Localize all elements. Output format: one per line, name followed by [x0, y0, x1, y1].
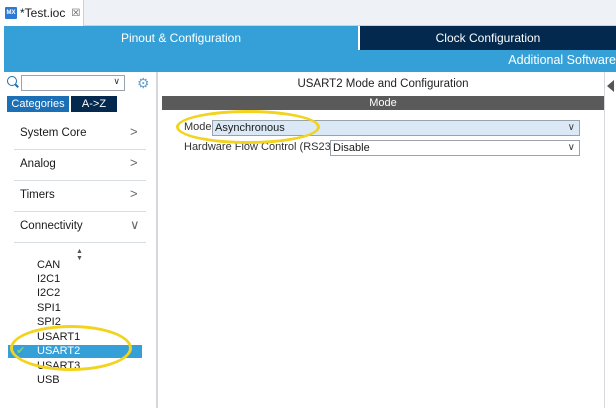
mode-select[interactable]: Asynchronous ∨ — [212, 120, 580, 136]
category-label: System Core — [20, 127, 87, 139]
file-tab[interactable]: MX *Test.ioc ☒ — [0, 0, 84, 26]
chevron-down-icon: ∨ — [130, 217, 140, 232]
peripheral-spi2[interactable]: SPI2 — [8, 316, 142, 329]
divider — [14, 149, 146, 150]
category-label: Connectivity — [20, 220, 83, 232]
chevron-down-icon: ∨ — [567, 142, 575, 153]
peripheral-i2c2[interactable]: I2C2 — [8, 287, 142, 300]
tab-categories[interactable]: Categories — [7, 96, 69, 112]
peripheral-spi1[interactable]: SPI1 — [8, 302, 142, 315]
additional-software-bar: Additional Software — [4, 50, 616, 72]
flow-control-row: Hardware Flow Control (RS232) Disable ∨ — [162, 140, 604, 156]
mode-value: Asynchronous — [215, 122, 285, 134]
chevron-right-icon: > — [130, 155, 138, 170]
tab-clock-configuration[interactable]: Clock Configuration — [360, 26, 616, 50]
divider — [14, 242, 146, 243]
flow-control-value: Disable — [333, 142, 370, 154]
mode-configuration-panel: USART2 Mode and Configuration Mode Mode … — [162, 72, 604, 408]
additional-software-link[interactable]: Additional Software — [508, 53, 616, 67]
category-connectivity[interactable]: Connectivity ∨ — [4, 213, 154, 241]
search-row: ∨ ⚙ — [4, 72, 158, 96]
mode-row: Mode Asynchronous ∨ — [162, 120, 604, 136]
search-icon — [7, 76, 17, 86]
tab-pinout-configuration[interactable]: Pinout & Configuration — [4, 26, 358, 50]
chevron-down-icon: ∨ — [567, 122, 575, 133]
peripheral-label: USART2 — [37, 345, 81, 357]
flow-control-select[interactable]: Disable ∨ — [330, 140, 580, 156]
stm32cubemx-file-icon: MX — [5, 7, 17, 19]
peripheral-usart2[interactable]: ✔ USART2 — [8, 345, 142, 358]
peripheral-usart3[interactable]: USART3 — [8, 360, 142, 373]
peripheral-usart1[interactable]: USART1 — [8, 331, 142, 344]
divider — [14, 180, 146, 181]
collapse-arrow-icon[interactable] — [607, 80, 614, 92]
collapsed-side-panel — [604, 72, 616, 408]
sort-tabs: Categories A->Z — [7, 96, 117, 112]
main-navigation: Pinout & Configuration Clock Configurati… — [0, 26, 616, 50]
gear-icon[interactable]: ⚙ — [137, 75, 150, 91]
flow-control-label: Hardware Flow Control (RS232) — [184, 141, 341, 153]
category-panel: ∨ ⚙ Categories A->Z System Core > Analog… — [4, 72, 158, 408]
category-analog[interactable]: Analog > — [4, 151, 154, 179]
divider — [14, 211, 146, 212]
category-timers[interactable]: Timers > — [4, 182, 154, 210]
section-header-mode: Mode — [162, 96, 604, 110]
editor-tab-strip: MX *Test.ioc ☒ — [0, 0, 616, 26]
chevron-down-icon[interactable]: ∨ — [113, 76, 120, 87]
peripheral-usb[interactable]: USB — [8, 374, 142, 387]
panel-title: USART2 Mode and Configuration — [297, 78, 469, 90]
close-tab-icon[interactable]: ☒ — [71, 8, 80, 19]
chevron-right-icon: > — [130, 186, 138, 201]
category-system-core[interactable]: System Core > — [4, 120, 154, 148]
chevron-right-icon: > — [130, 124, 138, 139]
category-label: Analog — [20, 158, 56, 170]
mode-label: Mode — [184, 121, 212, 133]
checkmark-icon: ✔ — [16, 345, 26, 357]
peripheral-can[interactable]: CAN — [8, 259, 142, 272]
category-label: Timers — [20, 189, 55, 201]
search-input[interactable]: ∨ — [21, 75, 125, 91]
peripheral-i2c1[interactable]: I2C1 — [8, 273, 142, 286]
tab-a-z[interactable]: A->Z — [71, 96, 117, 112]
file-tab-label: *Test.ioc — [20, 6, 66, 20]
